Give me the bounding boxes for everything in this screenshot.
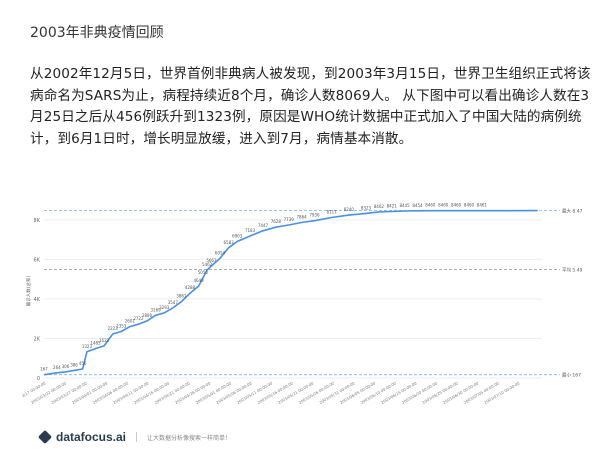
data-label: 8117 <box>327 210 338 215</box>
logo-divider <box>136 432 138 442</box>
x-tick-label: 2003/03/27 00:00:00 <box>50 380 88 405</box>
brand-slogan: 让大数据分析像搜索一样简单！ <box>147 434 232 442</box>
intro-paragraph: 从2002年12月5日，世界首例非典病人被发现，到2003年3月15日，世界卫生… <box>30 66 591 147</box>
data-label: 5050 <box>198 270 209 275</box>
x-tick-label: 2003/04/01 00:00:00 <box>71 380 109 405</box>
y-tick-label: 0 <box>37 376 40 382</box>
data-label: 7864 <box>296 215 307 220</box>
x-tick-label: 2003/04/16 00:00:00 <box>133 380 171 405</box>
reference-line-label: 最小 167 <box>562 372 581 379</box>
data-label: 386 <box>70 362 78 367</box>
brand-logo: datafocus.ai 让大数据分析像搜索一样简单！ <box>37 429 232 445</box>
data-label: 2353 <box>116 323 127 328</box>
data-label: 6054 <box>215 250 226 255</box>
y-tick-label: 4K <box>34 297 41 303</box>
x-tick-label: 2003/03/22 00:00:00 <box>30 380 68 405</box>
x-tick-label: 2003/06/20 00:00:00 <box>401 380 439 405</box>
data-label: 8445 <box>400 203 411 208</box>
x-tick-label: 2003/05/11 00:00:00 <box>236 380 274 405</box>
data-label: 8460 <box>438 203 449 208</box>
data-label: 7628 <box>271 219 282 224</box>
data-label: 7183 <box>245 228 256 233</box>
data-label: 4649 <box>193 278 204 283</box>
data-label: 167 <box>40 367 48 372</box>
x-tick-label: 2003/05/26 00:00:00 <box>298 380 336 405</box>
data-label: 8240 <box>344 207 355 212</box>
data-label: 8454 <box>412 203 423 208</box>
y-axis-label: 确诊人数(总和) <box>25 276 32 307</box>
y-tick-label: 8K <box>34 218 41 224</box>
reference-line-label: 平均 5.49K <box>562 266 582 273</box>
data-label: 1622 <box>99 338 110 343</box>
data-label: 8323 <box>361 205 372 210</box>
data-label: 264 <box>53 365 61 370</box>
y-tick-label: 6K <box>34 257 41 263</box>
page-title: 2003年非典疫情回顾 <box>30 25 164 41</box>
x-tick-label: 2003/05/06 00:00:00 <box>215 380 253 405</box>
data-label: 8402 <box>374 204 385 209</box>
x-tick-label: 2003/04/21 00:00:00 <box>153 380 191 405</box>
data-label: 6903 <box>232 234 243 239</box>
data-label: 8421 <box>387 203 398 208</box>
x-tick-label: 2003/05/16 00:00:00 <box>257 380 295 405</box>
data-label: 306 <box>62 364 70 369</box>
data-label: 3293 <box>159 305 170 310</box>
x-tick-label: 2003/04/06 00:00:00 <box>92 380 130 405</box>
x-tick-label: 2003/06/25 00:00:00 <box>421 380 459 405</box>
x-tick-label: 2003/06/10 00:00:00 <box>360 380 398 405</box>
data-label: 2890 <box>142 313 153 318</box>
data-label: 7739 <box>284 217 295 222</box>
x-tick-label: 2003/06/30 00:00:00 <box>442 380 480 405</box>
reference-line-label: 最大 8.47K <box>562 208 582 215</box>
data-label: 456 <box>79 361 87 366</box>
data-label: 5663 <box>206 258 217 263</box>
x-tick-label: 2003/07/10 00:00:00 <box>483 380 521 405</box>
data-label: 6583 <box>224 240 235 245</box>
data-label: 8460 <box>464 203 475 208</box>
data-label: 7956 <box>309 213 320 218</box>
data-label: 8460 <box>425 203 436 208</box>
x-tick-label: 2003/04/11 00:00:00 <box>112 380 150 405</box>
data-label: 7447 <box>258 223 269 228</box>
x-tick-label: 2003/07/05 00:00:00 <box>463 380 501 405</box>
y-tick-label: 2K <box>34 336 41 342</box>
line-chart: 0 2K 4K 6K 8K 确诊人数(总和) 最大 8.47K 平均 5.49K 最小 167 1… <box>22 203 582 405</box>
series-line <box>43 209 538 376</box>
x-tick-label: 2003/05/31 00:00:00 <box>318 380 356 405</box>
x-tick-label: 2003/06/15 00:00:00 <box>380 380 418 405</box>
x-tick-label: 2003/05/01 00:00:00 <box>195 380 233 405</box>
data-label: 3547 <box>168 300 179 305</box>
data-label: 8460 <box>451 203 462 208</box>
x-tick-label: 2003/05/21 00:00:00 <box>277 380 315 405</box>
brand-name: datafocus.ai <box>56 430 127 444</box>
data-label: 8461 <box>477 203 488 208</box>
x-tick-label: 2003/06/05 00:00:00 <box>339 380 377 405</box>
x-tick-label: 2003/04/26 00:00:00 <box>174 380 212 405</box>
datafocus-logo-icon <box>37 429 53 445</box>
data-label: 3861 <box>176 294 187 299</box>
data-label: 4288 <box>185 285 196 290</box>
